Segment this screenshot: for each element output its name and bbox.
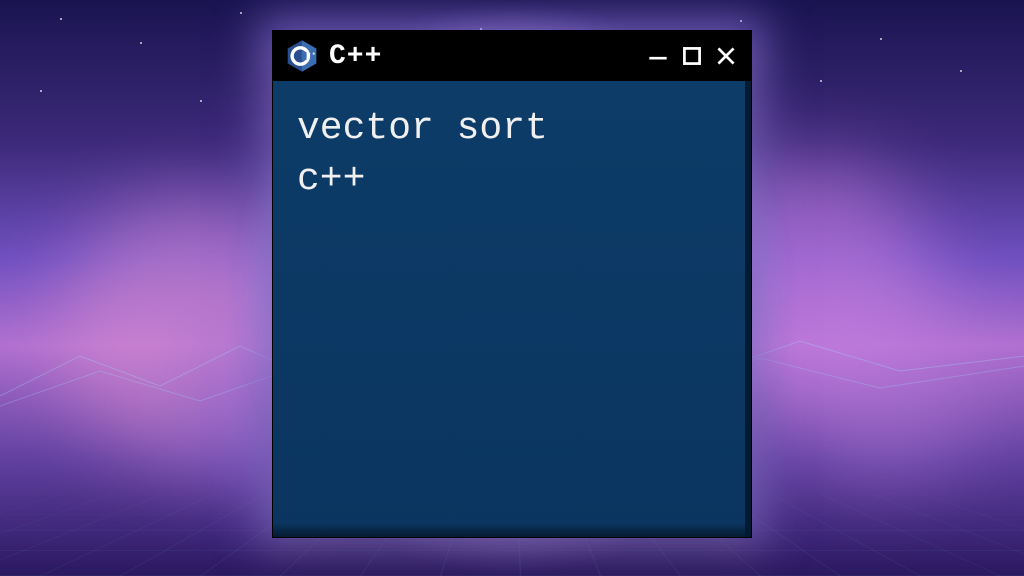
titlebar[interactable]: + + C++ <box>273 31 751 81</box>
cpp-logo-icon: + + <box>285 39 319 73</box>
svg-text:+: + <box>307 51 310 57</box>
terminal-window: + + C++ vector sort c++ <box>272 30 752 538</box>
window-controls <box>645 43 739 69</box>
code-line: vector sort <box>297 103 721 154</box>
maximize-button[interactable] <box>679 43 705 69</box>
terminal-content[interactable]: vector sort c++ <box>273 81 751 537</box>
window-title: C++ <box>329 41 635 72</box>
minimize-button[interactable] <box>645 43 671 69</box>
svg-text:+: + <box>312 51 315 57</box>
code-line: c++ <box>297 154 721 205</box>
close-button[interactable] <box>713 43 739 69</box>
